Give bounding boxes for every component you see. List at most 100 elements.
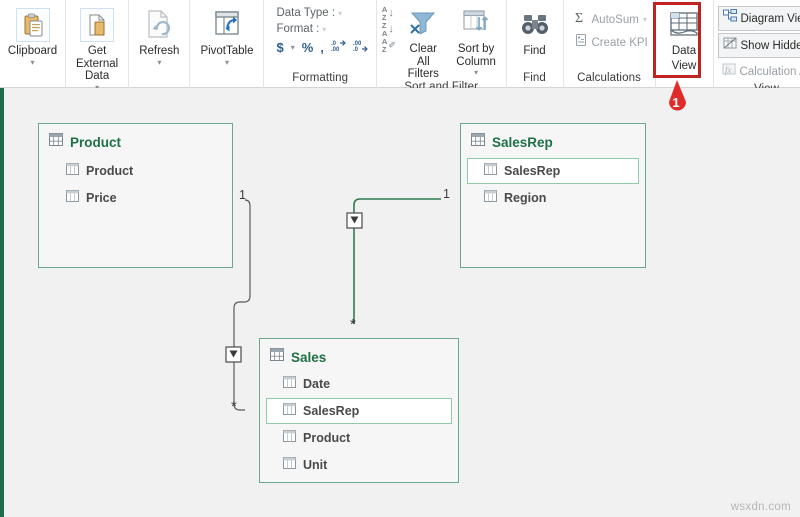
find-group-label: Find — [523, 72, 546, 84]
data-type-caret-icon[interactable]: ▾ — [338, 9, 342, 18]
field-salesrep-salesrep[interactable]: SalesRep — [467, 158, 639, 184]
field-sales-salesrep[interactable]: SalesRep — [266, 398, 452, 424]
field-label: SalesRep — [504, 164, 561, 178]
format-label: Format : — [276, 23, 320, 35]
sort-by-column-button[interactable]: Sort by Column ▾ — [451, 5, 502, 77]
create-kpi-label: Create KPI — [591, 36, 648, 49]
field-label: Product — [86, 164, 134, 178]
field-sales-unit[interactable]: Unit — [266, 452, 452, 478]
cardinality-product-one: 1 — [239, 188, 246, 202]
field-sales-date[interactable]: Date — [266, 371, 452, 397]
clear-all-filters-button[interactable]: Clear All Filters — [398, 5, 449, 81]
field-label: Region — [504, 191, 547, 205]
increase-decimal-icon[interactable]: .0.00 — [331, 39, 346, 55]
callout-marker-1: 1 — [663, 80, 691, 114]
clipboard-caret-icon[interactable]: ▾ — [30, 58, 34, 67]
clipboard-button[interactable]: Clipboard ▾ — [4, 5, 61, 67]
column-icon — [484, 162, 497, 180]
find-button[interactable]: Find — [510, 5, 560, 58]
data-type-label: Data Type : — [276, 7, 336, 19]
sort-by-column-label: Sort by Column — [456, 43, 496, 68]
field-product-product[interactable]: Product — [59, 158, 226, 184]
clipboard-icon — [15, 7, 50, 43]
field-product-price[interactable]: Price — [59, 185, 226, 211]
get-external-data-button[interactable]: Get External Data ▾ — [70, 5, 124, 92]
data-view-label-line2: View — [671, 59, 697, 72]
sort-descending-icon[interactable]: Z A ↓ — [382, 22, 396, 37]
sort-icon-stack: A Z ↓ Z A ↓ A Z ✐ — [382, 5, 396, 53]
diagram-canvas[interactable]: 1 * 1 * Product Product Price SalesRep S… — [0, 88, 800, 517]
cardinality-salesrep-one: 1 — [443, 187, 450, 201]
show-hidden-button[interactable]: Show Hidden — [717, 33, 800, 58]
table-salesrep-fields: SalesRep Region — [461, 155, 645, 218]
sort-by-column-caret-icon[interactable]: ▾ — [474, 69, 478, 77]
find-group: Find Find — [507, 0, 564, 88]
percent-icon[interactable]: % — [302, 40, 314, 55]
table-product-header: Product — [39, 124, 232, 155]
format-caret-icon[interactable]: ▾ — [322, 25, 326, 34]
calculation-area-label: Calculation Area — [739, 65, 800, 78]
clear-sort-icon[interactable]: A Z ✐ — [382, 38, 396, 53]
column-icon — [66, 162, 79, 180]
column-icon — [283, 456, 296, 474]
pivottable-button[interactable]: PivotTable ▾ — [194, 5, 259, 67]
table-sales[interactable]: Sales Date SalesRep Product Unit — [259, 338, 459, 483]
diagram-view-button[interactable]: Diagram View — [717, 6, 800, 31]
calculations-group: Σ AutoSum ▾ Create KPI Calculations — [564, 0, 656, 88]
sort-ascending-icon[interactable]: A Z ↓ — [382, 6, 396, 21]
pivottable-icon — [212, 7, 242, 43]
table-salesrep-name: SalesRep — [492, 134, 553, 150]
field-label: Unit — [303, 458, 328, 472]
number-format-toolbar: $ ▾ % , .0.00 .00.0 — [272, 37, 371, 57]
field-sales-product[interactable]: Product — [266, 425, 452, 451]
calculations-group-label: Calculations — [577, 72, 641, 84]
relationship-salesrep-sales — [346, 198, 441, 324]
currency-icon[interactable]: $ — [276, 40, 283, 55]
data-view-icon — [667, 7, 701, 43]
external-data-group: Get External Data ▾ — [66, 0, 130, 91]
external-data-icon — [80, 7, 115, 43]
sort-by-column-icon — [461, 5, 491, 41]
column-icon — [484, 189, 497, 207]
binoculars-icon — [521, 7, 549, 43]
table-sales-fields: Date SalesRep Product Unit — [260, 371, 458, 485]
decrease-decimal-icon[interactable]: .00.0 — [353, 39, 368, 55]
field-label: Date — [303, 377, 331, 391]
autosum-button[interactable]: Σ AutoSum ▾ — [570, 8, 651, 31]
table-salesrep-header: SalesRep — [461, 124, 645, 155]
sort-filter-group: A Z ↓ Z A ↓ A Z ✐ Clear All Filters Sort… — [377, 0, 507, 93]
pivottable-caret-icon[interactable]: ▾ — [225, 58, 229, 67]
currency-caret-icon[interactable]: ▾ — [291, 43, 295, 52]
format-row[interactable]: Format : ▾ — [272, 21, 328, 37]
field-label: SalesRep — [303, 404, 360, 418]
table-salesrep[interactable]: SalesRep SalesRep Region — [460, 123, 646, 268]
create-kpi-button[interactable]: Create KPI — [570, 31, 652, 54]
cardinality-sales-many-salesrep: * — [350, 316, 356, 333]
table-icon — [270, 348, 284, 366]
ribbon: Clipboard ▾ Get External Data ▾ Refresh … — [0, 0, 800, 95]
table-icon — [471, 133, 485, 151]
calculation-area-button[interactable]: fx Calculation Area — [718, 60, 800, 83]
fx-icon: fx — [722, 62, 736, 81]
refresh-icon — [144, 7, 174, 43]
data-type-row[interactable]: Data Type : ▾ — [272, 5, 344, 21]
table-product[interactable]: Product Product Price — [38, 123, 233, 268]
formatting-group: Data Type : ▾ Format : ▾ $ ▾ % , .0.00 .00… — [264, 0, 377, 88]
cardinality-sales-many-product: * — [231, 398, 237, 415]
refresh-group: Refresh ▾ — [129, 0, 191, 88]
diagram-view-icon — [722, 9, 737, 28]
svg-text:.0: .0 — [353, 47, 359, 52]
show-hidden-icon — [723, 36, 737, 55]
refresh-button[interactable]: Refresh ▾ — [133, 5, 185, 67]
comma-style-icon[interactable]: , — [320, 40, 324, 55]
watermark: wsxdn.com — [730, 501, 791, 513]
refresh-caret-icon[interactable]: ▾ — [157, 58, 161, 67]
table-icon — [49, 133, 63, 151]
svg-text:Σ: Σ — [575, 11, 583, 24]
field-salesrep-region[interactable]: Region — [467, 185, 639, 211]
kpi-icon — [574, 33, 588, 52]
data-view-button[interactable]: Data View — [659, 5, 709, 72]
get-external-data-label: Get External Data — [76, 45, 119, 82]
refresh-label: Refresh — [139, 45, 180, 57]
autosum-caret-icon[interactable]: ▾ — [643, 15, 647, 24]
